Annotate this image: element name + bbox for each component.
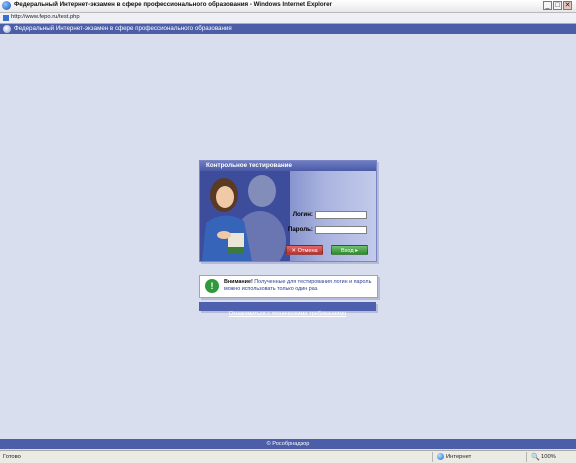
page-header: Федеральный Интернет-экзамен в сфере про… [0, 24, 576, 34]
login-panel-body: Логин: Пароль: ✕ Отмена Вход ▸ [200, 171, 376, 261]
status-divider [432, 452, 433, 462]
login-label: Логин: [292, 211, 313, 218]
requirements-link[interactable]: Ознакомиться с техническими требованиями [229, 311, 347, 317]
internet-zone-icon [437, 453, 444, 460]
status-divider [526, 452, 527, 462]
status-bar: Готово Интернет 🔍 100% [0, 450, 576, 463]
student-photo [200, 171, 290, 261]
login-panel: Контрольное тестирование Логин: Пароль: … [199, 160, 377, 262]
window-title-bar: Федеральный Интернет-экзамен в сфере про… [0, 0, 576, 13]
window-title: Федеральный Интернет-экзамен в сфере про… [14, 1, 332, 8]
warning-icon: ! [205, 279, 219, 293]
requirements-bar: Ознакомиться с техническими требованиями [199, 302, 376, 317]
page-footer: © Рособрнадзор [0, 439, 576, 449]
login-input[interactable] [315, 211, 367, 219]
login-panel-title: Контрольное тестирование [200, 161, 376, 171]
ie-icon [2, 1, 11, 10]
security-zone: Интернет [446, 454, 472, 460]
maximize-button[interactable]: □ [553, 1, 562, 10]
close-button[interactable]: ✕ [563, 1, 572, 10]
zoom-icon[interactable]: 🔍 [531, 453, 540, 461]
address-bar[interactable]: http://www.fepo.ru/test.php [0, 13, 576, 24]
notice-title: Внимание! [224, 279, 253, 285]
address-url[interactable]: http://www.fepo.ru/test.php [11, 14, 80, 20]
minimize-button[interactable]: _ [543, 1, 552, 10]
zoom-level[interactable]: 100% [541, 454, 556, 460]
page-icon [3, 15, 9, 21]
enter-button[interactable]: Вход ▸ [331, 245, 368, 255]
password-label: Пароль: [287, 226, 313, 233]
notice-box: ! Внимание! Полученные для тестирования … [199, 275, 378, 298]
page-title: Федеральный Интернет-экзамен в сфере про… [14, 25, 232, 32]
site-logo-icon [3, 25, 11, 33]
cancel-button[interactable]: ✕ Отмена [286, 245, 323, 255]
password-input[interactable] [315, 226, 367, 234]
notice-text: Внимание! Полученные для тестирования ло… [224, 279, 372, 293]
status-text: Готово [3, 454, 21, 460]
